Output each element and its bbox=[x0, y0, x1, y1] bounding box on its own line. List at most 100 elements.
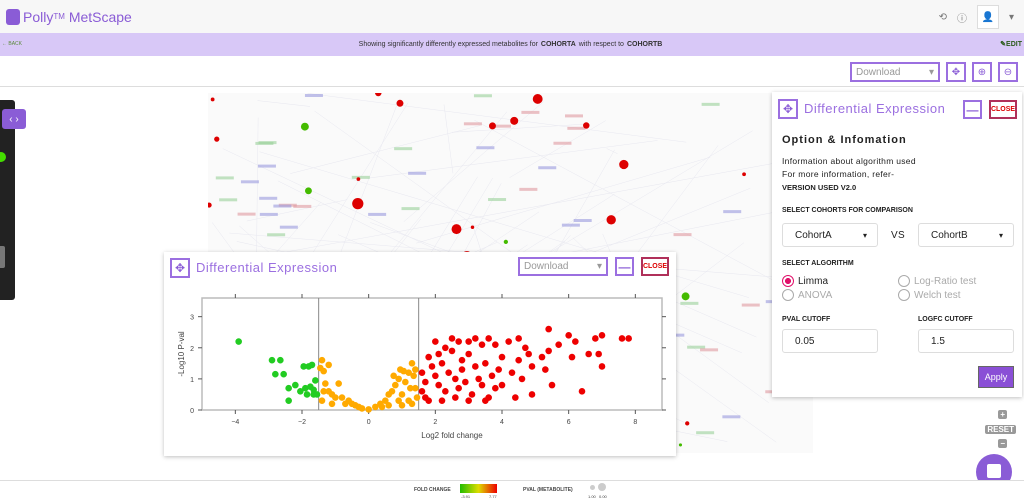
data-point-up bbox=[435, 381, 442, 389]
x-tick-label: 4 bbox=[500, 419, 504, 426]
cohort-b-select[interactable]: CohortB ▾ bbox=[918, 223, 1014, 247]
volcano-plot[interactable]: −4 −2 0 2 4 6 8 0 1 2 3 Log2 fold change -Log10 P-va… bbox=[164, 252, 676, 456]
info-icon[interactable]: ⓘ bbox=[957, 10, 967, 25]
data-point-up bbox=[465, 397, 472, 404]
zoom-plus-button[interactable]: + bbox=[998, 410, 1007, 419]
network-label bbox=[476, 146, 495, 150]
pval-input[interactable]: 0.05 bbox=[782, 329, 878, 353]
network-label bbox=[561, 223, 580, 227]
zoom-in-button[interactable]: ⊕ bbox=[972, 62, 992, 82]
network-label bbox=[488, 198, 507, 202]
data-point-up bbox=[482, 397, 489, 404]
edit-link[interactable]: ✎EDIT bbox=[1000, 40, 1022, 48]
network-label bbox=[700, 348, 719, 352]
network-node bbox=[470, 225, 475, 230]
reset-button[interactable]: RESET bbox=[985, 425, 1016, 434]
logfc-label: LOGFC CUTOFF bbox=[918, 316, 973, 323]
radio-limma[interactable]: Limma bbox=[782, 275, 828, 287]
version-label: VERSION USED V2.0 bbox=[782, 183, 857, 192]
data-point-up bbox=[538, 353, 546, 361]
radio-anova[interactable]: ANOVA bbox=[782, 289, 832, 301]
data-point-up bbox=[518, 375, 526, 383]
cohorts-label: SELECT COHORTS FOR COMPARISON bbox=[782, 207, 913, 214]
data-point-down bbox=[268, 356, 276, 364]
data-point-up bbox=[445, 369, 452, 376]
user-avatar[interactable]: 👤 bbox=[976, 5, 999, 29]
data-point-down bbox=[308, 361, 316, 369]
y-tick-label: 3 bbox=[190, 315, 194, 322]
legend-bar: FOLD CHANGE -3.91 7.77 PVAL (METABOLITE)… bbox=[0, 480, 1024, 502]
logfc-input[interactable]: 1.5 bbox=[918, 329, 1014, 353]
data-point-up bbox=[565, 332, 572, 339]
x-tick-label: 6 bbox=[567, 419, 571, 426]
data-point-up bbox=[435, 350, 442, 358]
network-edge bbox=[546, 149, 615, 269]
data-point-up bbox=[455, 384, 462, 392]
data-point-down bbox=[303, 391, 311, 398]
back-link[interactable]: ← BACK bbox=[2, 41, 22, 47]
network-node bbox=[619, 159, 629, 170]
data-point-ns bbox=[408, 400, 416, 408]
network-node bbox=[503, 239, 508, 245]
data-point-ns bbox=[413, 394, 421, 401]
network-label bbox=[304, 94, 323, 98]
data-point-ns bbox=[400, 367, 407, 375]
x-tick-label: 0 bbox=[367, 419, 371, 426]
data-point-ns bbox=[398, 391, 406, 398]
data-point-up bbox=[472, 335, 479, 342]
data-point-up bbox=[442, 388, 449, 395]
toggle-code-button[interactable]: ‹ › bbox=[2, 109, 26, 129]
download-select[interactable]: Download ▾ bbox=[850, 62, 940, 82]
apply-button[interactable]: Apply bbox=[978, 366, 1014, 388]
network-label bbox=[723, 210, 742, 214]
data-point-up bbox=[452, 394, 459, 401]
x-tick-label: 2 bbox=[433, 419, 437, 426]
data-point-up bbox=[625, 335, 632, 342]
cohort-a-select[interactable]: CohortA ▾ bbox=[782, 223, 878, 247]
data-point-ns bbox=[410, 372, 417, 380]
data-point-ns bbox=[328, 400, 336, 408]
data-point-up bbox=[495, 366, 502, 373]
app-logo[interactable]: Polly TM MetScape bbox=[6, 8, 132, 25]
network-node bbox=[352, 197, 364, 210]
code-icon: ‹ › bbox=[9, 113, 19, 125]
network-label bbox=[567, 126, 586, 130]
drag-handle[interactable] bbox=[0, 246, 5, 268]
data-point-ns bbox=[335, 380, 342, 387]
info-link[interactable]: For more information, refer- bbox=[782, 169, 894, 179]
history-icon[interactable]: ⟲ bbox=[939, 12, 947, 23]
move-icon[interactable]: ✥ bbox=[778, 99, 798, 119]
network-node bbox=[305, 187, 312, 195]
network-label bbox=[538, 166, 557, 170]
network-label bbox=[219, 198, 238, 202]
data-point-up bbox=[422, 394, 429, 401]
radio-welch[interactable]: Welch test bbox=[898, 289, 961, 301]
network-label bbox=[368, 212, 387, 216]
chevron-down-icon[interactable]: ▾ bbox=[1009, 12, 1014, 23]
network-node bbox=[583, 122, 590, 129]
data-point-up bbox=[498, 381, 506, 389]
data-point-ns bbox=[378, 403, 386, 411]
pval-label: PVAL (METABOLITE) bbox=[523, 487, 573, 493]
minimize-button[interactable]: — bbox=[963, 100, 982, 119]
close-button[interactable]: CLOSE bbox=[989, 100, 1017, 119]
data-point-ns bbox=[392, 381, 399, 389]
data-point-up bbox=[448, 335, 456, 342]
x-tick-label: −4 bbox=[231, 419, 239, 426]
data-point-up bbox=[528, 391, 536, 398]
data-point-up bbox=[432, 372, 439, 380]
data-point-up bbox=[545, 347, 552, 355]
fit-button[interactable]: ✥ bbox=[946, 62, 966, 82]
zoom-minus-button[interactable]: − bbox=[998, 439, 1007, 448]
zoom-out-button[interactable]: ⊖ bbox=[998, 62, 1018, 82]
data-point-up bbox=[578, 388, 586, 395]
radio-log-ratio[interactable]: Log-Ratio test bbox=[898, 275, 976, 287]
y-tick-label: 0 bbox=[190, 408, 194, 415]
data-point-up bbox=[492, 341, 499, 348]
data-point-up bbox=[465, 350, 472, 358]
network-node bbox=[489, 122, 496, 130]
data-point-up bbox=[515, 335, 522, 342]
network-label bbox=[257, 164, 276, 168]
x-axis-label: Log2 fold change bbox=[421, 431, 483, 440]
network-label bbox=[240, 180, 259, 184]
